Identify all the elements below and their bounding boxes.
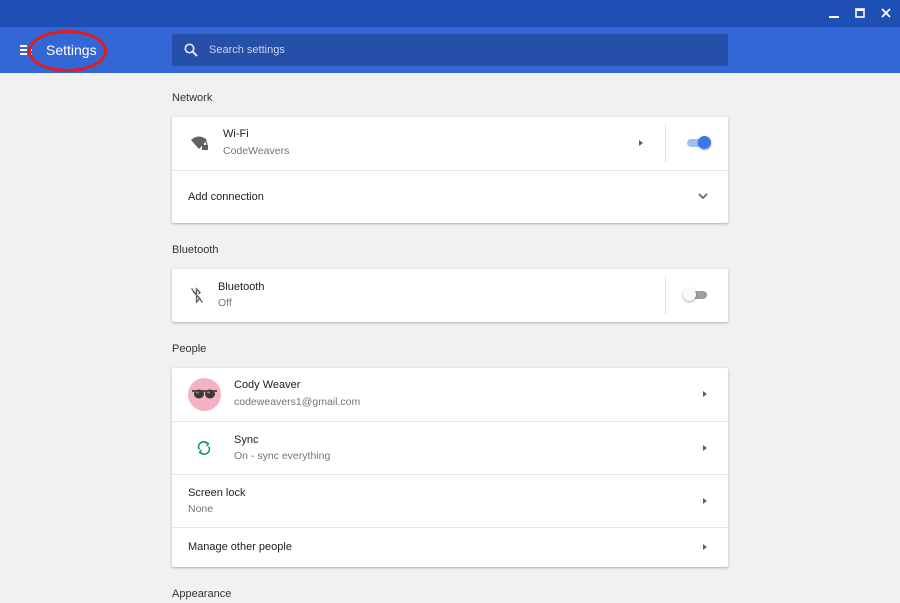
screen-lock-status: None [188,503,214,515]
sync-row[interactable]: Sync On - sync everything [172,421,728,474]
close-button[interactable] [875,3,897,23]
bluetooth-card: Bluetooth Off [172,269,728,322]
screen-lock-row[interactable]: Screen lock None [172,474,728,527]
wifi-network-name: CodeWeavers [223,145,290,157]
section-title-appearance: Appearance [172,588,232,600]
section-title-network: Network [172,92,213,104]
bluetooth-status: Off [218,297,232,309]
wifi-locked-icon [191,136,208,150]
toggle-knob [698,136,711,149]
section-title-people: People [172,343,207,355]
people-card: Cody Weaver codeweavers1@gmail.com Sync … [172,368,728,567]
manage-other-people-row[interactable]: Manage other people [172,527,728,567]
network-card: Wi-Fi CodeWeavers Add connection [172,117,728,223]
bluetooth-disabled-icon [190,287,204,304]
chevron-right-icon [703,544,707,550]
divider [665,276,666,314]
chevron-right-icon [703,498,707,504]
manage-other-people-label: Manage other people [188,541,292,553]
add-connection-row[interactable]: Add connection [172,170,728,223]
section-title-bluetooth: Bluetooth [172,244,219,256]
minimize-icon [829,16,839,18]
bluetooth-toggle[interactable] [683,287,709,303]
screen-lock-label: Screen lock [188,487,246,499]
chevron-down-icon [698,193,708,200]
avatar [188,378,221,411]
sync-icon [197,441,211,455]
chevron-right-icon [639,140,643,146]
sync-status: On - sync everything [234,450,331,462]
search-icon [184,43,198,57]
annotation-circle [28,30,107,72]
bluetooth-row[interactable]: Bluetooth Off [172,269,728,322]
close-icon [881,8,891,18]
chevron-right-icon [703,445,707,451]
account-name: Cody Weaver [234,379,301,391]
wifi-row[interactable]: Wi-Fi CodeWeavers [172,117,728,170]
account-row[interactable]: Cody Weaver codeweavers1@gmail.com [172,368,728,421]
wifi-label: Wi-Fi [223,128,249,140]
divider [665,124,666,162]
chevron-right-icon [703,391,707,397]
maximize-button[interactable] [849,3,871,23]
toggle-knob [683,288,696,301]
maximize-icon [855,8,865,18]
minimize-button[interactable] [823,3,845,23]
bluetooth-label: Bluetooth [218,281,265,293]
search-input[interactable] [209,34,709,66]
sync-label: Sync [234,434,259,446]
window-titlebar [0,0,900,27]
account-email: codeweavers1@gmail.com [234,396,361,408]
wifi-toggle[interactable] [685,135,711,151]
sunglasses-icon [192,389,217,399]
add-connection-label: Add connection [188,191,264,203]
search-box[interactable] [172,34,728,66]
